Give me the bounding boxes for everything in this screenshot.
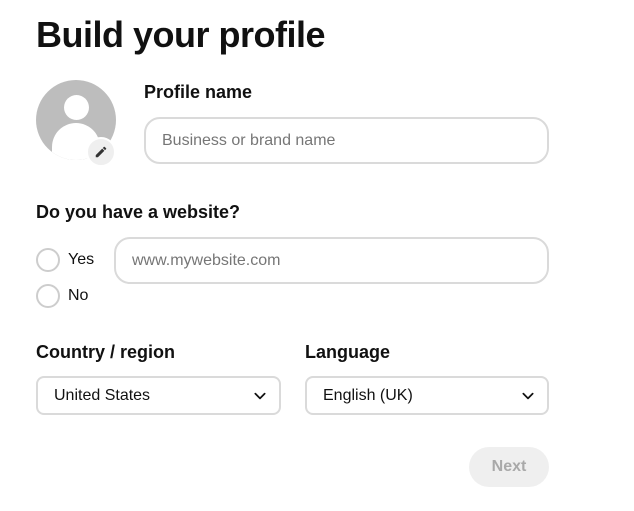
country-selected-value: United States [54,386,151,404]
language-select[interactable]: English (UK) [305,376,549,415]
language-selected-value: English (UK) [323,386,413,404]
country-region-select[interactable]: United States [36,376,281,415]
page-title: Build your profile [36,14,326,55]
website-url-input[interactable] [114,237,549,284]
chevron-down-icon [522,392,534,399]
build-profile-page: Build your profile Profile name Do you h… [0,0,634,511]
chevron-down-icon [254,392,266,399]
profile-name-input[interactable] [144,117,549,164]
website-yes-radio[interactable] [36,248,60,272]
website-no-radio-option[interactable]: No [36,284,88,308]
profile-name-label: Profile name [144,82,253,102]
website-no-label: No [68,287,89,304]
avatar-head-shape [64,95,89,120]
website-yes-radio-option[interactable]: Yes [36,248,94,272]
language-label: Language [305,342,391,362]
website-yes-label: Yes [68,251,95,268]
pencil-icon [95,146,107,158]
website-question-label: Do you have a website? [36,202,241,222]
website-no-radio[interactable] [36,284,60,308]
next-button[interactable]: Next [469,447,549,487]
country-region-label: Country / region [36,342,175,362]
edit-avatar-button[interactable] [86,137,116,167]
